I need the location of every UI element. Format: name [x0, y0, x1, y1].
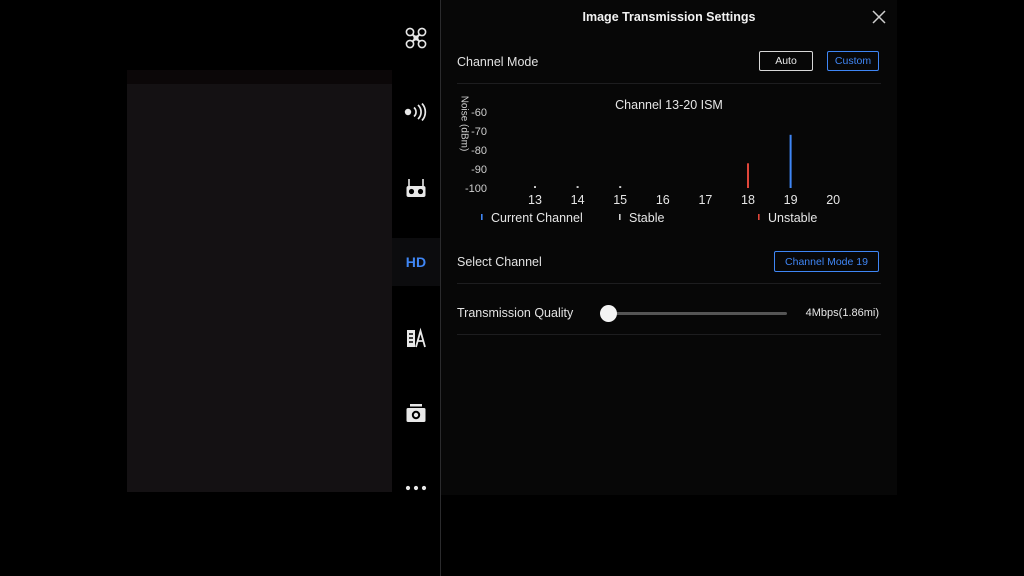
camera-icon	[406, 404, 426, 422]
noise-bar-ch19	[789, 134, 792, 188]
noise-bar-ch15	[619, 186, 622, 188]
row-divider	[457, 334, 881, 335]
nav-item-remote-controller[interactable]	[392, 164, 440, 212]
transmission-quality-slider-knob[interactable]	[599, 305, 617, 322]
nav-item-signal[interactable]	[392, 88, 440, 136]
select-channel-label: Select Channel	[457, 255, 542, 269]
drone-icon	[405, 27, 427, 49]
x-tick-label: 18	[741, 193, 755, 207]
signal-icon	[404, 103, 427, 121]
remote-controller-icon	[406, 179, 426, 197]
nav-item-hd[interactable]: HD	[392, 238, 440, 286]
x-tick-label: 13	[528, 193, 542, 207]
nav-item-battery[interactable]	[392, 314, 440, 362]
x-tick-label: 15	[613, 193, 627, 207]
legend-label-stable: Stable	[629, 211, 664, 225]
noise-bar-ch18	[747, 163, 749, 188]
legend-marker-current	[481, 214, 483, 220]
image-transmission-panel: Image Transmission Settings Channel Mode…	[441, 0, 897, 495]
chart-y-axis-label: Noise (dBm)	[458, 95, 470, 152]
x-tick-label: 14	[571, 193, 585, 207]
camera-live-view	[127, 84, 395, 492]
channel-mode-auto-button[interactable]: Auto	[759, 51, 813, 71]
camera-view-edge	[127, 70, 395, 84]
row-divider	[457, 283, 881, 284]
nav-item-aircraft[interactable]	[392, 14, 440, 62]
channel-mode-label: Channel Mode	[457, 55, 539, 69]
y-tick-label: -100	[465, 183, 487, 195]
noise-bar-ch14	[576, 186, 579, 188]
chart-title: Channel 13-20 ISM	[615, 98, 723, 112]
settings-nav-rail: HD	[392, 0, 440, 576]
legend-marker-stable	[619, 214, 621, 220]
row-divider	[457, 83, 881, 84]
x-tick-label: 16	[656, 193, 670, 207]
channel-select-button[interactable]: Channel Mode 19	[774, 251, 879, 272]
more-icon	[405, 485, 427, 491]
y-tick-label: -70	[471, 126, 487, 138]
battery-icon	[407, 327, 426, 348]
panel-title: Image Transmission Settings	[582, 10, 756, 24]
legend-marker-unstable	[758, 214, 760, 220]
x-tick-label: 20	[826, 193, 840, 207]
x-tick-label: 19	[784, 193, 798, 207]
noise-bar-ch13	[534, 186, 536, 188]
transmission-quality-label: Transmission Quality	[457, 306, 574, 320]
transmission-quality-value: 4Mbps(1.86mi)	[805, 307, 879, 319]
y-tick-label: -90	[471, 164, 487, 176]
nav-item-camera[interactable]	[392, 389, 440, 437]
hd-icon: HD	[405, 254, 427, 270]
transmission-quality-slider-track[interactable]	[600, 312, 787, 315]
legend-label-unstable: Unstable	[768, 211, 817, 225]
nav-item-more[interactable]	[392, 464, 440, 512]
channel-mode-custom-button[interactable]: Custom	[827, 51, 879, 71]
x-tick-label: 17	[698, 193, 712, 207]
legend-label-current: Current Channel	[491, 211, 583, 225]
y-tick-label: -80	[471, 145, 487, 157]
channel-noise-chart: -60 -70 -80 -90 -100 13 14 15 16 17 18 19 20 Current …	[457, 88, 881, 234]
close-icon[interactable]	[871, 9, 887, 25]
